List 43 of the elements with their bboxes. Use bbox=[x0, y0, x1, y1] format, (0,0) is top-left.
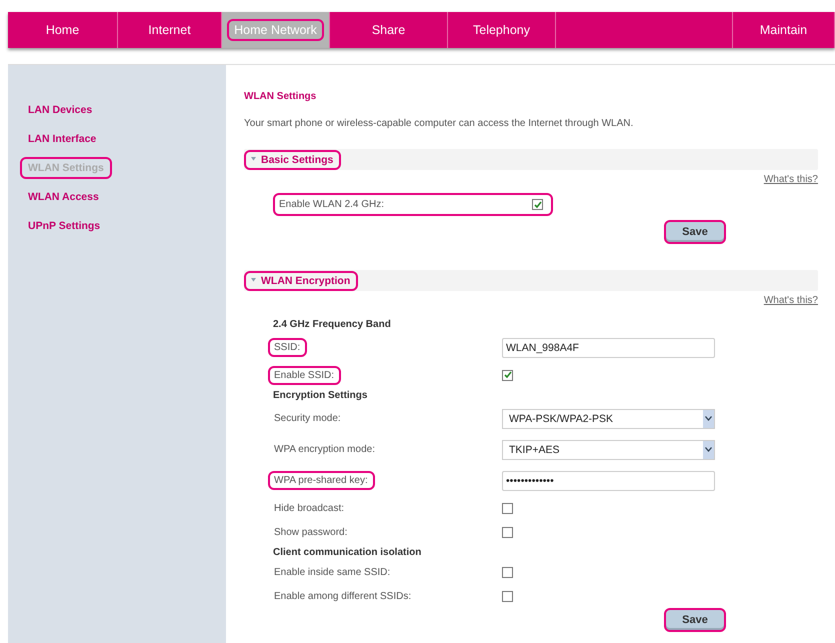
section-toggle[interactable]: Basic Settings bbox=[244, 150, 342, 170]
setting-row: Enable WLAN 2.4 GHz: bbox=[273, 193, 553, 216]
dropdown[interactable]: WPA-PSK/WPA2-PSK bbox=[502, 408, 715, 428]
dropdown[interactable]: TKIP+AES bbox=[502, 440, 715, 460]
save-button[interactable]: Save bbox=[664, 220, 726, 244]
checkbox[interactable] bbox=[502, 526, 513, 538]
field-label: SSID: bbox=[268, 338, 308, 357]
checkbox[interactable] bbox=[502, 566, 513, 578]
checkbox[interactable] bbox=[502, 590, 513, 602]
triangle-icon bbox=[251, 157, 256, 161]
input-field[interactable]: WLAN_998A4F bbox=[502, 338, 715, 358]
field-label: Show password: bbox=[273, 526, 348, 540]
section-subheading: 2.4 GHz Frequency Band bbox=[273, 318, 391, 330]
page-description: Your smart phone or wireless-capable computer can access the Internet through WLAN. bbox=[244, 118, 634, 129]
sidebar-item[interactable]: LAN Interface bbox=[20, 128, 104, 150]
field-label: Enable inside same SSID: bbox=[273, 566, 392, 580]
checkbox[interactable] bbox=[502, 370, 513, 380]
field-label: Enable among different SSIDs: bbox=[273, 590, 412, 604]
sidebar-item[interactable]: LAN Devices bbox=[20, 99, 100, 121]
checkbox[interactable] bbox=[532, 199, 543, 210]
caret-icon bbox=[705, 447, 712, 452]
sidebar-item[interactable]: WLAN Access bbox=[20, 186, 107, 208]
sidebar-item[interactable]: UPnP Settings bbox=[20, 215, 108, 237]
help-link[interactable]: What's this? bbox=[244, 295, 818, 306]
section-subheading: Encryption Settings bbox=[273, 390, 368, 400]
section-toggle[interactable]: WLAN Encryption bbox=[244, 270, 358, 290]
field-label: WPA encryption mode: bbox=[273, 443, 376, 457]
triangle-icon bbox=[251, 278, 256, 282]
help-link[interactable]: What's this? bbox=[244, 174, 818, 185]
save-button[interactable]: Save bbox=[664, 608, 726, 632]
checkbox[interactable] bbox=[502, 502, 513, 514]
field-label: Security mode: bbox=[273, 412, 342, 426]
field-label: Enable SSID: bbox=[268, 366, 342, 384]
nav-tab[interactable]: Telephony bbox=[448, 12, 556, 48]
input-field[interactable]: ••••••••••••• bbox=[502, 470, 715, 490]
nav-tab[interactable]: Share bbox=[330, 12, 448, 48]
nav-tab[interactable]: Maintain bbox=[733, 12, 835, 48]
nav-tab[interactable]: Home bbox=[8, 12, 118, 48]
caret-icon bbox=[705, 416, 712, 421]
section-subheading: Client communication isolation bbox=[273, 546, 422, 558]
field-label: Hide broadcast: bbox=[273, 502, 346, 516]
field-label: WPA pre-shared key: bbox=[268, 471, 375, 490]
page-title: WLAN Settings bbox=[244, 91, 318, 102]
